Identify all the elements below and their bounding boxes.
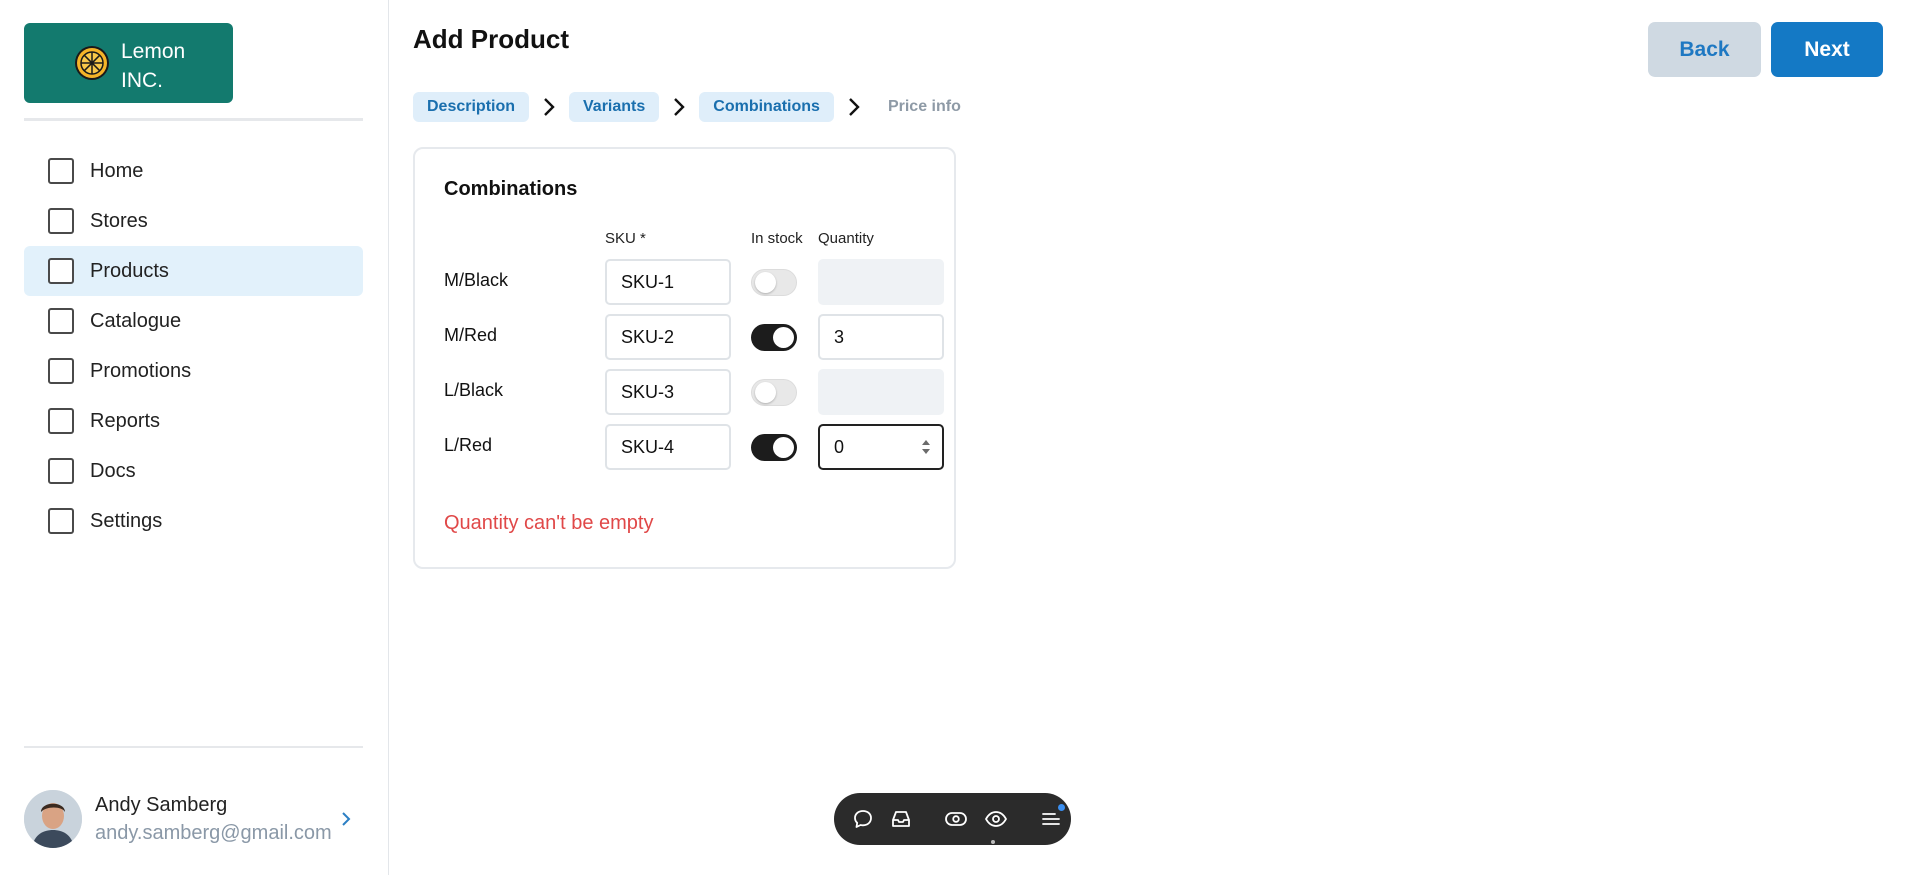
preview-icon[interactable] [944, 807, 968, 831]
sidebar-item-label: Stores [90, 209, 148, 232]
settings-icon [48, 508, 74, 534]
toggle-knob [773, 437, 794, 458]
sidebar-item-promotions[interactable]: Promotions [24, 346, 363, 396]
user-info: Andy Samberg andy.samberg@gmail.com [95, 791, 332, 847]
chevron-right-icon [834, 92, 874, 122]
sidebar: Lemon INC. Home Stores Products Catalogu… [0, 0, 389, 875]
card-title: Combinations [444, 178, 578, 200]
avatar-image [24, 790, 82, 848]
sku-input-m-red[interactable] [605, 314, 731, 360]
stepper-arrows-icon[interactable] [920, 437, 932, 457]
brand-logo-block[interactable]: Lemon INC. [24, 23, 233, 103]
floating-toolbar [834, 793, 1071, 845]
brand-name: Lemon INC. [121, 37, 221, 95]
sidebar-divider-bottom [24, 746, 363, 748]
back-button[interactable]: Back [1648, 22, 1761, 77]
row-label-l-black: L/Black [444, 380, 504, 400]
brand-name-line2: INC. [121, 69, 163, 92]
avatar [24, 790, 82, 848]
sidebar-item-label: Docs [90, 459, 136, 482]
sidebar-nav: Home Stores Products Catalogue Promotion… [24, 146, 363, 546]
eye-icon[interactable] [984, 807, 1008, 831]
sidebar-item-home[interactable]: Home [24, 146, 363, 196]
user-email: andy.samberg@gmail.com [95, 822, 332, 844]
chevron-right-icon [659, 92, 699, 122]
active-indicator-dot [991, 840, 995, 844]
error-message: Quantity can't be empty [444, 512, 654, 534]
step-combinations[interactable]: Combinations [699, 92, 834, 122]
in-stock-toggle-l-red[interactable] [751, 434, 797, 461]
sidebar-item-settings[interactable]: Settings [24, 496, 363, 546]
user-name: Andy Samberg [95, 794, 228, 816]
sidebar-item-label: Products [90, 259, 169, 282]
menu-icon[interactable] [1040, 804, 1065, 831]
quantity-input-m-red[interactable] [818, 314, 944, 360]
sidebar-item-label: Settings [90, 509, 163, 532]
chevron-right-icon [529, 92, 569, 122]
toggle-knob [773, 327, 794, 348]
products-icon [48, 258, 74, 284]
step-price-info[interactable]: Price info [874, 92, 975, 122]
stepper: Description Variants Combinations Price … [413, 92, 975, 122]
home-icon [48, 158, 74, 184]
row-label-l-red: L/Red [444, 435, 493, 455]
promotions-icon [48, 358, 74, 384]
lemon-icon [75, 46, 109, 80]
docs-icon [48, 458, 74, 484]
sku-input-l-black[interactable] [605, 369, 731, 415]
sidebar-item-docs[interactable]: Docs [24, 446, 363, 496]
sidebar-item-label: Promotions [90, 359, 192, 382]
column-header-in-stock: In stock [751, 230, 803, 247]
reports-icon [48, 408, 74, 434]
sidebar-divider-top [24, 118, 363, 121]
brand-name-line1: Lemon [121, 40, 186, 63]
in-stock-toggle-l-black[interactable] [751, 379, 797, 406]
quantity-input-l-black [818, 369, 944, 415]
next-button[interactable]: Next [1771, 22, 1883, 77]
catalogue-icon [48, 308, 74, 334]
toggle-knob [755, 382, 776, 403]
quantity-input-m-black [818, 259, 944, 305]
sidebar-item-stores[interactable]: Stores [24, 196, 363, 246]
comment-icon[interactable] [852, 807, 874, 831]
step-description[interactable]: Description [413, 92, 530, 122]
combinations-card: Combinations SKU * In stock Quantity M/B… [413, 147, 956, 569]
stores-icon [48, 208, 74, 234]
column-header-sku: SKU * [605, 230, 646, 247]
step-variants[interactable]: Variants [569, 92, 660, 122]
sidebar-item-catalogue[interactable]: Catalogue [24, 296, 363, 346]
row-label-m-red: M/Red [444, 325, 498, 345]
in-stock-toggle-m-black[interactable] [751, 269, 797, 296]
toggle-knob [755, 272, 776, 293]
sidebar-item-products[interactable]: Products [24, 246, 363, 296]
sku-input-m-black[interactable] [605, 259, 731, 305]
sidebar-item-label: Home [90, 159, 144, 182]
page-title: Add Product [413, 24, 569, 54]
user-profile[interactable]: Andy Samberg andy.samberg@gmail.com [24, 784, 363, 854]
notification-dot [1058, 804, 1065, 811]
sidebar-item-reports[interactable]: Reports [24, 396, 363, 446]
sidebar-item-label: Reports [90, 409, 161, 432]
row-label-m-black: M/Black [444, 270, 509, 290]
sidebar-item-label: Catalogue [90, 309, 182, 332]
sku-input-l-red[interactable] [605, 424, 731, 470]
column-header-quantity: Quantity [818, 230, 874, 247]
inbox-icon[interactable] [890, 807, 912, 831]
chevron-right-icon[interactable] [337, 810, 355, 828]
in-stock-toggle-m-red[interactable] [751, 324, 797, 351]
